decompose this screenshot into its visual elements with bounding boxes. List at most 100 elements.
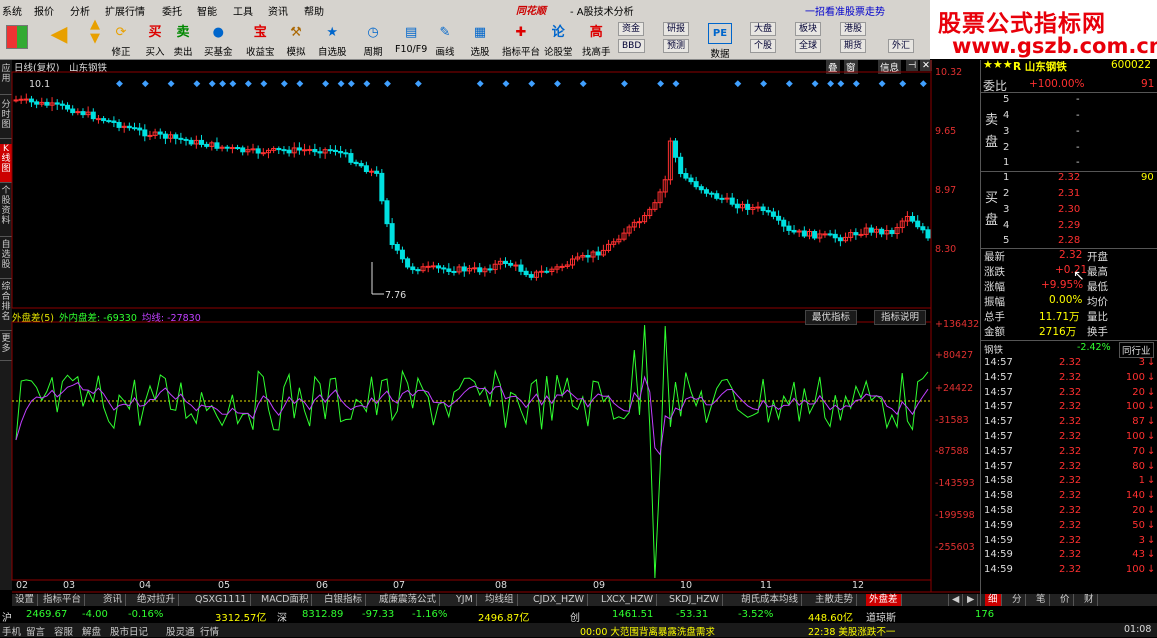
tab-indicator[interactable]: QSXG1111 bbox=[192, 594, 251, 606]
tick-volume: 1 bbox=[1138, 475, 1145, 487]
same-industry-button[interactable]: 同行业 bbox=[1119, 342, 1154, 358]
tab-indicator[interactable]: 胡氏成本均线 bbox=[738, 594, 803, 606]
tick-up-arrow-icon: ↓ bbox=[1147, 519, 1156, 531]
candle-body bbox=[183, 138, 189, 141]
candle-body bbox=[832, 233, 838, 239]
tab-indicator[interactable]: MACD面积 bbox=[258, 594, 313, 606]
candle-body bbox=[508, 262, 514, 266]
candle-body bbox=[338, 151, 344, 154]
signal-marker-icon: ◆ bbox=[209, 79, 216, 89]
scroll-right-icon[interactable]: ▶ bbox=[964, 594, 979, 606]
info-value: 2.32 bbox=[1059, 249, 1083, 261]
bid-level: 1 bbox=[1003, 172, 1010, 183]
price-axis-label: 10.32 bbox=[935, 67, 963, 78]
stock-code: 600022 bbox=[1111, 59, 1152, 71]
candle-body bbox=[327, 149, 333, 152]
month-label: 10 bbox=[680, 580, 693, 591]
clock: 01:08 bbox=[1124, 624, 1152, 635]
tick-time: 14:57 bbox=[984, 401, 1013, 413]
quote-panel: ★★★ R 山东钢铁 600022 委比 +100.00% 91 卖盘 5 - … bbox=[980, 58, 1157, 606]
footer-link[interactable]: 解盘 bbox=[82, 624, 101, 638]
tab-indicator[interactable]: CJDX_HZW bbox=[530, 594, 589, 606]
cy-change: -53.31 bbox=[676, 609, 709, 620]
tab-indicator[interactable]: 均线组 bbox=[482, 594, 518, 606]
tick-row: 14:57 2.32 87 ↓ bbox=[981, 416, 1157, 430]
low-label: 7.76 bbox=[385, 290, 407, 301]
sh-change: -4.00 bbox=[82, 609, 108, 620]
signal-marker-icon: ◆ bbox=[621, 79, 628, 89]
signal-marker-icon: ◆ bbox=[338, 79, 345, 89]
tick-price: 2.32 bbox=[1059, 564, 1082, 576]
signal-marker-icon: ◆ bbox=[760, 79, 767, 89]
tick-up-arrow-icon: ↓ bbox=[1147, 431, 1156, 442]
tab-indicator[interactable]: 白银指标 bbox=[321, 594, 367, 606]
candle-body bbox=[80, 111, 86, 116]
tick-time: 14:57 bbox=[984, 431, 1013, 442]
indicator-help-button[interactable]: 指标说明 bbox=[874, 310, 927, 325]
bid-price: 2.30 bbox=[1058, 204, 1081, 215]
footer-link[interactable]: 行情 bbox=[200, 624, 219, 638]
signal-marker-icon: ◆ bbox=[502, 79, 509, 89]
stock-name: R 山东钢铁 bbox=[1013, 61, 1067, 73]
ask-price: - bbox=[1076, 110, 1080, 121]
tick-time: 14:58 bbox=[984, 505, 1013, 516]
candle-body bbox=[240, 147, 246, 153]
tick-time: 14:59 bbox=[984, 519, 1013, 531]
sh-index: 2469.67 bbox=[26, 609, 68, 620]
news-ticker[interactable]: 22:38 美股涨跌不一 bbox=[808, 624, 895, 638]
tab-price[interactable]: 价 bbox=[1057, 594, 1074, 606]
tick-price: 2.32 bbox=[1059, 445, 1082, 457]
tab-indicator[interactable]: 威廉震荡公式 bbox=[376, 594, 441, 606]
candle-body bbox=[436, 265, 442, 269]
tick-volume: 3 bbox=[1138, 357, 1145, 368]
tab-indicator[interactable]: LXCX_HZW bbox=[598, 594, 658, 606]
tab-minute[interactable]: 分 bbox=[1009, 594, 1026, 606]
indicator-axis-label: +80427 bbox=[935, 350, 974, 361]
indicator-axis-label: -31583 bbox=[935, 415, 969, 426]
scroll-left-icon[interactable]: ◀ bbox=[948, 594, 964, 606]
news-ticker[interactable]: 00:00 大范围背离暴露洗盘需求 bbox=[580, 624, 715, 638]
candle-body bbox=[332, 149, 338, 153]
tab-settings[interactable]: 设置 bbox=[12, 594, 39, 606]
candle-body bbox=[441, 267, 447, 270]
candle-body bbox=[250, 148, 256, 151]
tick-volume: 50 bbox=[1132, 519, 1145, 531]
tab-news[interactable]: 资讯 bbox=[100, 594, 127, 606]
tick-time: 14:59 bbox=[984, 534, 1013, 546]
signal-marker-icon: ◆ bbox=[827, 79, 834, 89]
footer-link[interactable]: 股市日记 bbox=[110, 624, 148, 638]
best-indicator-button[interactable]: 最优指标 bbox=[805, 310, 858, 325]
candle-body bbox=[363, 165, 369, 173]
tick-up-arrow-icon: ↓ bbox=[1147, 371, 1156, 383]
signal-marker-icon: ◆ bbox=[837, 79, 844, 89]
tab-indicator[interactable]: 主散走势 bbox=[812, 594, 858, 606]
candle-body bbox=[70, 108, 76, 114]
candle-body bbox=[755, 206, 761, 209]
tab-indicator[interactable]: 绝对拉升 bbox=[134, 594, 180, 606]
tab-indicator-active[interactable]: 外盘差 bbox=[866, 594, 902, 606]
candle-body bbox=[765, 210, 771, 213]
candle-body bbox=[75, 111, 81, 114]
candle-body bbox=[518, 264, 524, 272]
tab-indicator[interactable]: YJM bbox=[453, 594, 477, 606]
tab-trade[interactable]: 笔 bbox=[1033, 594, 1050, 606]
candle-body bbox=[317, 151, 323, 154]
tab-indicator-platform[interactable]: 指标平台 bbox=[40, 594, 86, 606]
candle-body bbox=[678, 156, 684, 175]
sector-name[interactable]: 钢铁 bbox=[984, 342, 1003, 356]
signal-marker-icon: ◆ bbox=[348, 79, 355, 89]
signal-marker-icon: ◆ bbox=[853, 79, 860, 89]
candle-body bbox=[446, 268, 452, 272]
footer-link[interactable]: 手机 bbox=[2, 624, 21, 638]
bid-level: 5 bbox=[1003, 235, 1010, 246]
footer-link[interactable]: 容服 bbox=[54, 624, 73, 638]
tick-time: 14:57 bbox=[984, 386, 1013, 398]
footer-link[interactable]: 留言 bbox=[26, 624, 45, 638]
quote-tab-bar: 细 分 笔 价 财 bbox=[981, 594, 1157, 606]
footer-link[interactable]: 股灵通 bbox=[166, 624, 195, 638]
tick-price: 2.32 bbox=[1059, 490, 1082, 502]
tab-finance[interactable]: 财 bbox=[1081, 594, 1098, 606]
candle-body bbox=[348, 153, 354, 163]
tab-detail[interactable]: 细 bbox=[985, 594, 1002, 606]
tab-indicator[interactable]: SKDJ_HZW bbox=[666, 594, 724, 606]
